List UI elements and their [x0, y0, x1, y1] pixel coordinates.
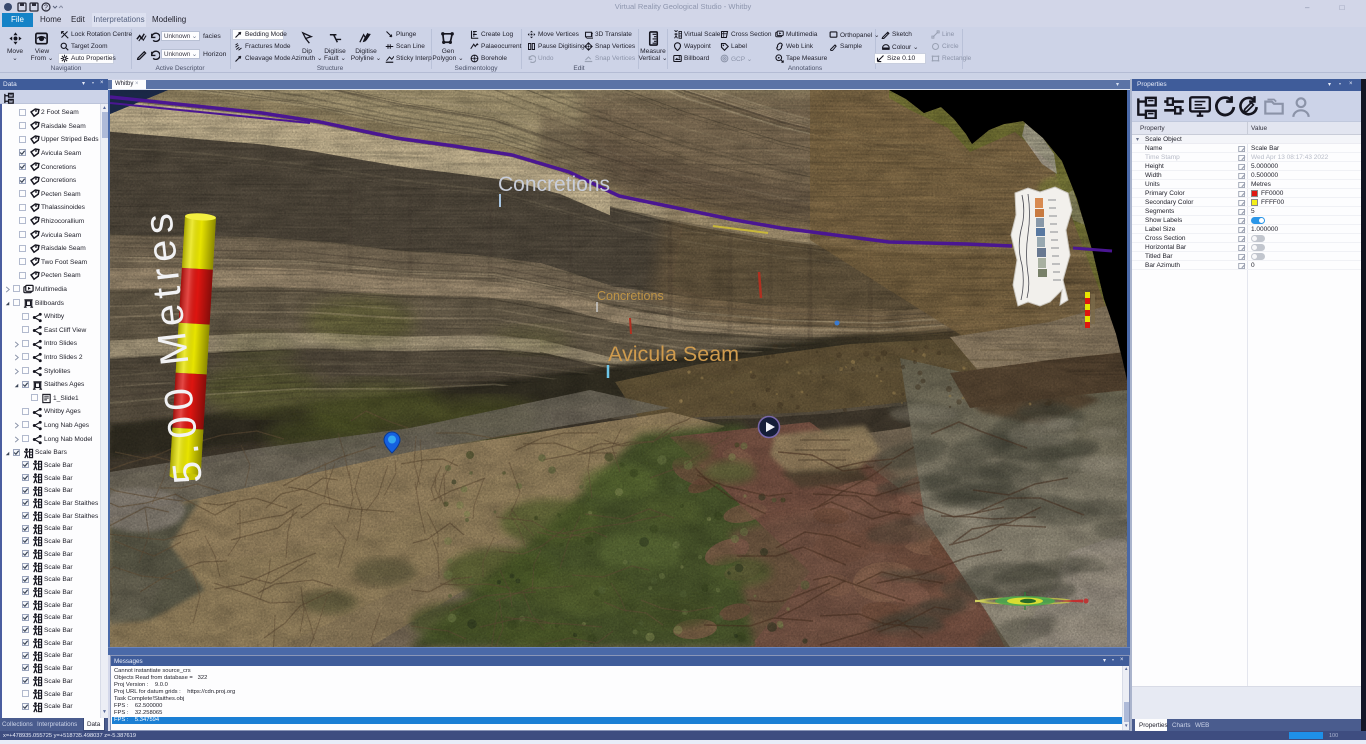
svg-text:Avicula Seam: Avicula Seam [608, 342, 739, 366]
svg-text:Concretions: Concretions [597, 289, 664, 303]
svg-text:Concretions: Concretions [498, 173, 610, 196]
